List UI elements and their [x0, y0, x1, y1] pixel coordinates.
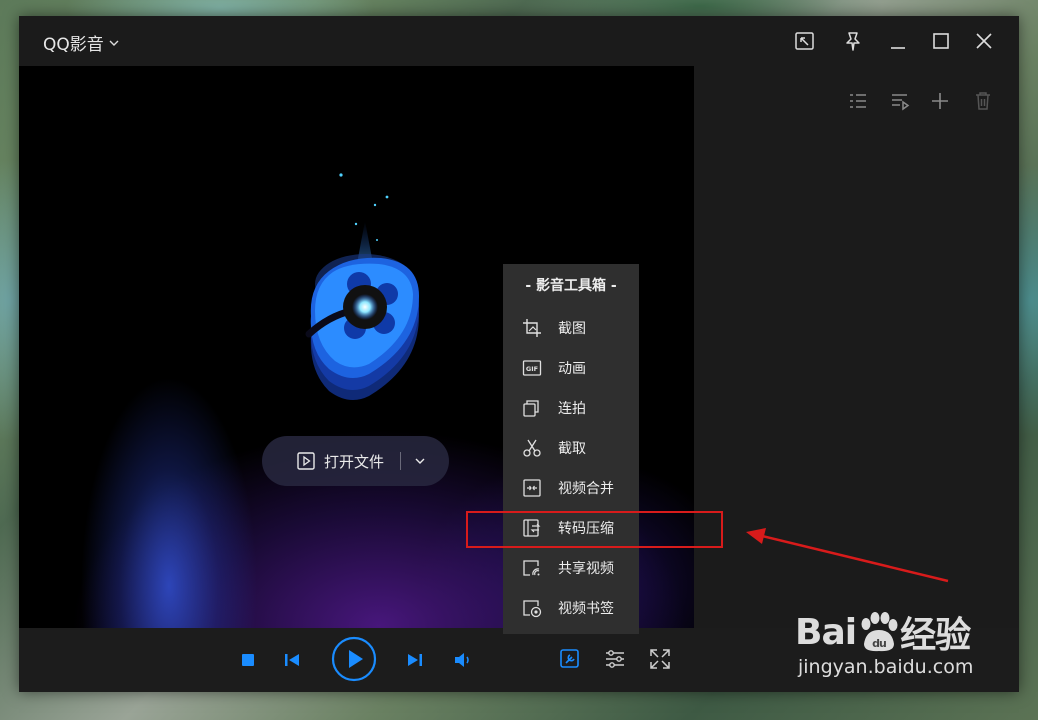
volume-icon [455, 653, 469, 667]
merge-icon [522, 478, 542, 498]
minimize-button[interactable] [886, 29, 910, 53]
watermark-url: jingyan.baidu.com [798, 656, 974, 678]
pin-icon [846, 32, 860, 51]
toolbox-item-merge[interactable]: 视频合并 [503, 468, 639, 508]
delete-icon [976, 92, 990, 110]
baidu-jingyan-watermark: Bai du 经验 jingyan.baidu.com [795, 606, 974, 679]
stop-button[interactable] [238, 650, 258, 670]
toolbox-title: - 影音工具箱 - [525, 278, 617, 294]
toolbox-button[interactable] [559, 648, 581, 670]
burst-icon [522, 398, 542, 418]
play-order-icon [892, 94, 910, 111]
list-view-button[interactable] [847, 90, 869, 112]
list-view-icon [850, 94, 866, 108]
settings-button[interactable] [604, 648, 626, 670]
play-icon [331, 636, 377, 682]
toolbox-item-screenshot[interactable]: 截图 [503, 308, 639, 348]
toolbox-item-label: 截取 [558, 441, 586, 457]
close-icon [976, 33, 992, 49]
open-file-divider [400, 452, 402, 470]
previous-button[interactable] [282, 650, 302, 670]
title-bar: QQ影音 [19, 16, 1019, 66]
toolbox-item-burst[interactable]: 连拍 [503, 388, 639, 428]
next-icon [408, 654, 422, 666]
pin-button[interactable] [841, 29, 865, 53]
add-icon [932, 93, 948, 109]
toolbox-menu: - 影音工具箱 - 截图 GIF 动画 连拍 截取 视频合并 转码压缩 共享视频 [503, 264, 639, 634]
paw-icon: du [861, 612, 898, 652]
annotation-arrow [746, 528, 949, 583]
chevron-down-icon [109, 40, 119, 46]
settings-icon [606, 650, 624, 668]
add-button[interactable] [929, 90, 951, 112]
open-file-control: 打开文件 [262, 436, 449, 486]
watermark-brand-jingyan: 经验 [900, 615, 971, 656]
toolbox-item-label: 截图 [558, 321, 586, 337]
play-file-icon [297, 452, 315, 470]
toolbox-icon [560, 649, 579, 668]
previous-icon [285, 654, 299, 666]
screenshot-icon [522, 318, 542, 338]
toolbox-item-label: 连拍 [558, 401, 586, 417]
fullscreen-button[interactable] [649, 648, 671, 670]
open-file-dropdown[interactable] [410, 451, 430, 471]
close-button[interactable] [972, 29, 996, 53]
maximize-icon [933, 33, 949, 49]
qq-player-logo [305, 173, 419, 400]
volume-button[interactable] [453, 650, 475, 670]
play-button[interactable] [331, 636, 377, 682]
toolbox-item-label: 共享视频 [558, 561, 614, 577]
toolbox-item-label: 动画 [558, 361, 586, 377]
toolbox-item-label: 视频合并 [558, 481, 614, 497]
next-button[interactable] [405, 650, 425, 670]
minimize-icon [891, 47, 905, 49]
scissors-icon [522, 438, 542, 458]
bookmark-icon [522, 598, 542, 618]
toolbox-item-gif[interactable]: GIF 动画 [503, 348, 639, 388]
gif-icon: GIF [522, 358, 542, 378]
watermark-brand-du: du [872, 637, 886, 650]
stop-icon [242, 654, 254, 666]
mini-mode-icon [795, 32, 814, 50]
play-order-button[interactable] [889, 90, 911, 112]
watermark-brand: Bai du 经验 [795, 606, 973, 658]
open-file-label: 打开文件 [324, 452, 385, 471]
fullscreen-icon [650, 649, 670, 669]
app-menu-button[interactable]: QQ影音 [43, 30, 120, 55]
open-file-button[interactable]: 打开文件 [262, 451, 384, 472]
annotation-highlight-box [466, 511, 723, 548]
toolbox-item-clip[interactable]: 截取 [503, 428, 639, 468]
app-title: QQ影音 [43, 35, 104, 55]
delete-button[interactable] [972, 90, 994, 112]
qq-player-window: QQ影音 打开文件 - 影音工具箱 - 截图 GIF 动画 连拍 截取 视频合并… [19, 16, 1019, 692]
mini-mode-button[interactable] [793, 29, 817, 53]
chevron-down-icon [415, 458, 425, 464]
toolbox-item-label: 视频书签 [558, 601, 614, 617]
toolbox-item-bookmark[interactable]: 视频书签 [503, 588, 639, 628]
share-icon [522, 558, 542, 578]
maximize-button[interactable] [929, 29, 953, 53]
svg-text:GIF: GIF [526, 365, 538, 373]
toolbox-item-share[interactable]: 共享视频 [503, 548, 639, 588]
watermark-brand-bai: Bai [795, 611, 857, 653]
